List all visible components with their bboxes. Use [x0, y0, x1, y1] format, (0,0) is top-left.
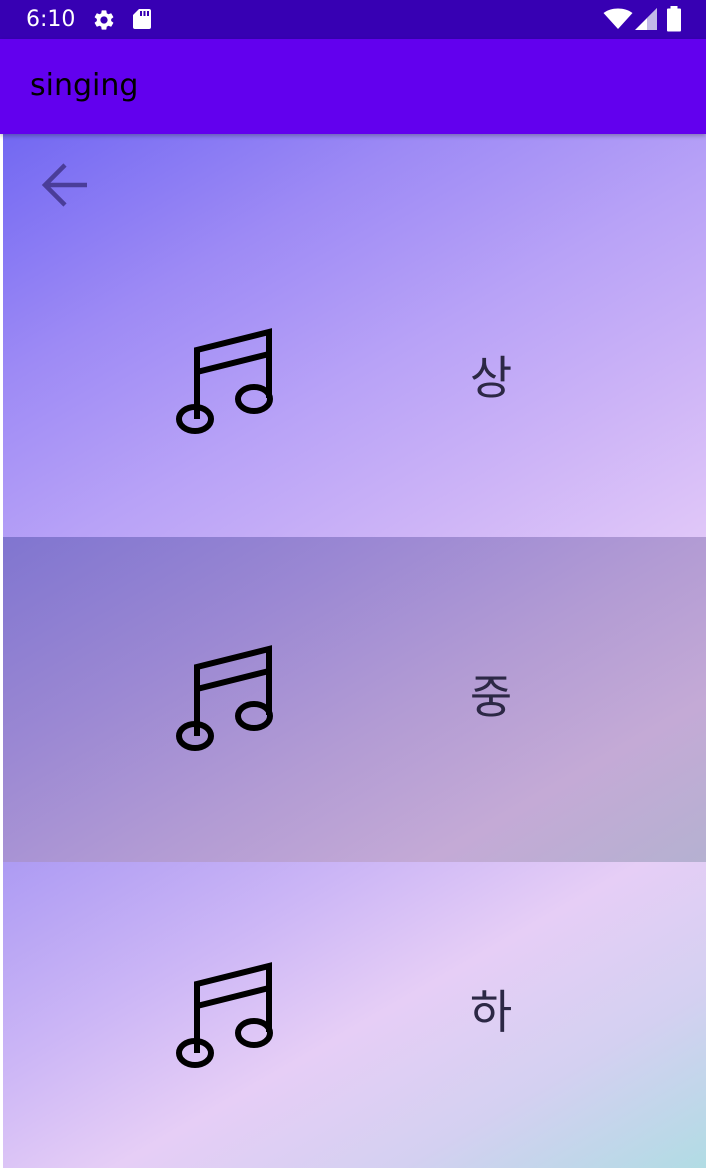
level-label: 상 — [469, 351, 513, 405]
level-row-3[interactable]: 하 — [3, 862, 706, 1168]
app-bar: singing — [0, 39, 706, 134]
sd-card-icon — [133, 9, 151, 29]
status-time: 6:10 — [26, 7, 76, 32]
level-label: 하 — [469, 985, 513, 1039]
content: 상 중 하 — [3, 134, 706, 1168]
app-title: singing — [30, 68, 139, 103]
cell-signal-icon — [635, 8, 657, 30]
arrow-back-icon — [41, 163, 87, 207]
music-note-icon — [176, 645, 273, 751]
level-row-2[interactable]: 중 — [3, 537, 706, 862]
gear-icon — [94, 10, 114, 30]
music-note-icon — [176, 328, 273, 434]
wifi-icon — [603, 8, 633, 29]
level-label: 중 — [469, 670, 513, 724]
battery-icon — [667, 6, 681, 32]
back-button[interactable] — [35, 156, 97, 216]
music-note-icon — [176, 962, 273, 1068]
level-row-1[interactable]: 상 — [3, 134, 706, 537]
status-bar: 6:10 — [0, 0, 706, 39]
